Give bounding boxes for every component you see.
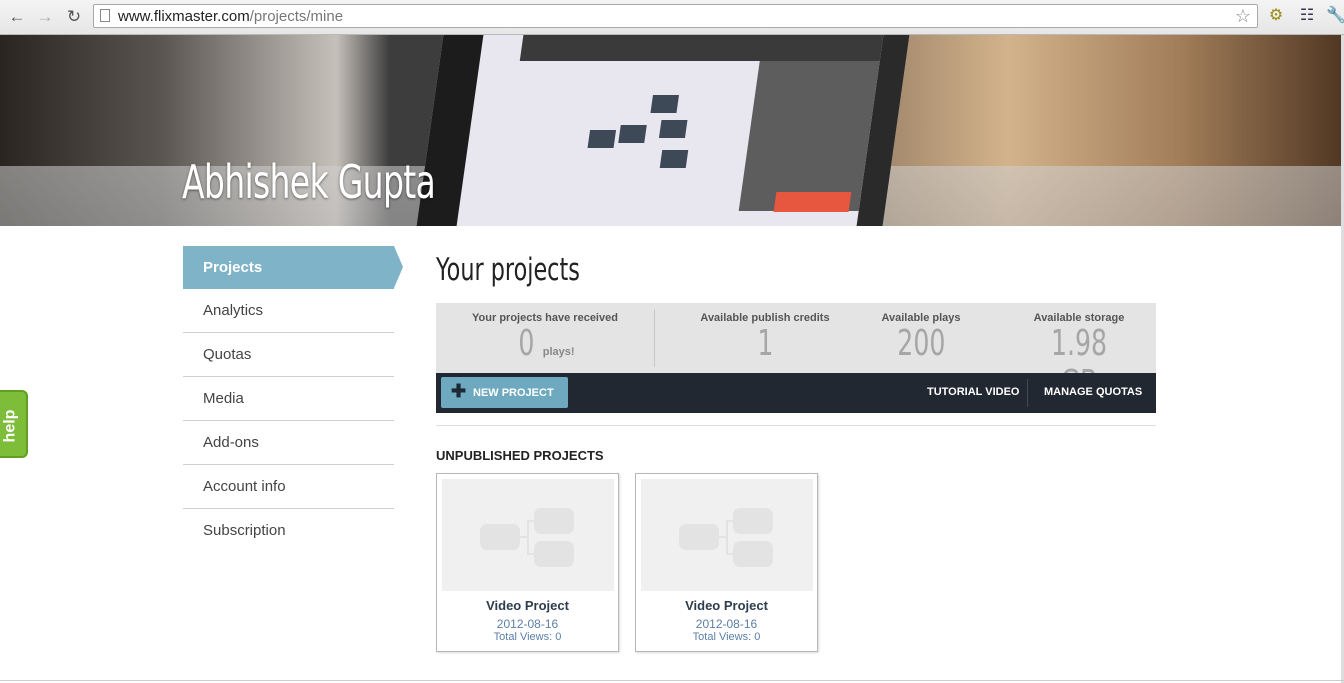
divider xyxy=(436,425,1156,426)
stat-received: Your projects have received 0 plays! xyxy=(472,312,618,364)
profile-banner: Abhishek Gupta xyxy=(0,35,1344,226)
project-thumbnail[interactable] xyxy=(442,479,614,591)
address-text[interactable]: www.flixmaster.com/projects/mine xyxy=(118,8,343,25)
bookmark-star-icon[interactable]: ☆ xyxy=(1235,6,1251,27)
action-divider xyxy=(1027,379,1028,407)
stats-divider xyxy=(654,309,655,367)
sidebar-item-analytics[interactable]: Analytics xyxy=(183,289,394,333)
sidebar-item-quotas[interactable]: Quotas xyxy=(183,333,394,377)
project-card[interactable]: Video Project 2012-08-16 Total Views: 0 xyxy=(436,473,619,652)
project-date: 2012-08-16 xyxy=(496,617,559,631)
action-bar: ✚ NEW PROJECT TUTORIAL VIDEO MANAGE QUOT… xyxy=(436,373,1156,413)
banner-laptop-screen xyxy=(416,35,910,226)
project-views: Total Views: 0 xyxy=(692,631,761,643)
browser-toolbar: ← → ↻ www.flixmaster.com/projects/mine ☆… xyxy=(0,0,1344,35)
help-label: help xyxy=(1,409,19,443)
project-name[interactable]: Video Project xyxy=(437,598,618,613)
project-date: 2012-08-16 xyxy=(695,617,758,631)
wrench-icon[interactable]: 🔧 xyxy=(1326,6,1344,26)
extension-icon[interactable]: ☷ xyxy=(1297,6,1317,26)
user-name: Abhishek Gupta xyxy=(182,155,436,209)
address-bar[interactable]: www.flixmaster.com/projects/mine ☆ xyxy=(93,4,1258,28)
tutorial-video-link[interactable]: TUTORIAL VIDEO xyxy=(927,386,1020,398)
section-title: UNPUBLISHED PROJECTS xyxy=(436,448,604,463)
stat-credits: Available publish credits 1 xyxy=(700,312,830,364)
sidebar-item-projects[interactable]: Projects xyxy=(183,246,403,289)
new-project-button[interactable]: ✚ NEW PROJECT xyxy=(441,377,568,408)
project-thumbnail[interactable] xyxy=(641,479,813,591)
reload-icon[interactable]: ↻ xyxy=(63,6,85,28)
sidebar-item-subscription[interactable]: Subscription xyxy=(183,509,394,553)
project-name[interactable]: Video Project xyxy=(636,598,817,613)
extension-gear-icon[interactable]: ⚙ xyxy=(1266,6,1286,26)
sidebar-nav: Projects Analytics Quotas Media Add-ons … xyxy=(183,246,403,553)
manage-quotas-link[interactable]: MANAGE QUOTAS xyxy=(1044,386,1142,398)
stat-credits-value: 1 xyxy=(756,323,774,364)
bottom-edge xyxy=(0,680,1344,681)
project-views: Total Views: 0 xyxy=(493,631,562,643)
sidebar-item-add-ons[interactable]: Add-ons xyxy=(183,421,394,465)
project-card[interactable]: Video Project 2012-08-16 Total Views: 0 xyxy=(635,473,818,652)
stats-panel: Your projects have received 0 plays! Ava… xyxy=(436,303,1156,404)
sidebar-item-account-info[interactable]: Account info xyxy=(183,465,394,509)
stat-plays: Available plays 200 xyxy=(881,312,961,364)
forward-arrow-icon[interactable]: → xyxy=(34,6,56,28)
back-arrow-icon[interactable]: ← xyxy=(6,6,28,28)
help-button[interactable]: help xyxy=(0,390,28,458)
stat-plays-value: 200 xyxy=(896,323,946,364)
stat-received-value: 0 xyxy=(518,323,535,364)
sidebar-item-media[interactable]: Media xyxy=(183,377,394,421)
page-icon xyxy=(100,9,110,22)
plus-icon: ✚ xyxy=(451,381,467,401)
page-title: Your projects xyxy=(436,252,580,288)
